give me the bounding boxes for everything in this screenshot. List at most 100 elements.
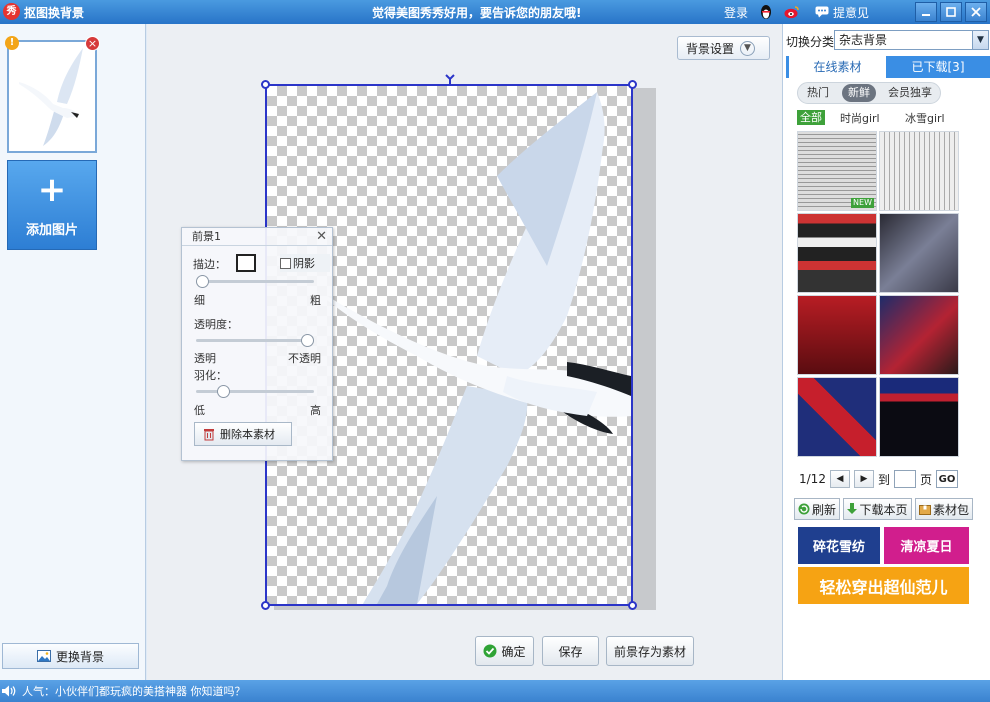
warning-icon: ! (5, 36, 19, 50)
delete-material-label: 删除本素材 (220, 428, 275, 441)
change-background-label: 更换背景 (55, 649, 104, 664)
resize-handle-bottom-left[interactable] (261, 601, 270, 610)
login-link[interactable]: 登录 (724, 4, 748, 21)
close-icon[interactable]: ✕ (316, 228, 327, 246)
material-pack-button[interactable]: 素材包 (915, 498, 973, 520)
shadow-checkbox[interactable]: 阴影 (280, 254, 330, 272)
refresh-button[interactable]: 刷新 (794, 498, 840, 520)
remove-image-icon[interactable]: × (85, 36, 100, 51)
ok-button[interactable]: 确定 (475, 636, 534, 666)
image-list-panel: ! × + 添加图片 更换背景 (0, 24, 146, 680)
title-bar: 秀 抠图换背景 觉得美图秀秀好用，要告诉您的朋友哦! 登录 提意见 (0, 0, 990, 24)
slider-thumb[interactable] (217, 385, 230, 398)
material-thumbnail[interactable] (797, 213, 877, 293)
filter-fashion-girl[interactable]: 时尚girl (840, 110, 880, 126)
new-badge: NEW (851, 198, 874, 208)
category-label: 切换分类 (786, 35, 835, 49)
save-as-material-button[interactable]: 前景存为素材 (606, 636, 694, 666)
picture-icon (36, 650, 51, 662)
material-thumbnail[interactable] (797, 295, 877, 375)
material-thumbnail[interactable]: NEW (797, 131, 877, 211)
resize-handle-top-right[interactable] (628, 80, 637, 89)
feedback-link[interactable]: 提意见 (833, 4, 869, 21)
rotate-handle-icon[interactable] (444, 73, 456, 85)
opacity-slider[interactable] (196, 334, 314, 347)
background-settings-button[interactable]: 背景设置 ▼ (677, 36, 770, 60)
feather-slider[interactable] (196, 385, 314, 398)
qq-penguin-icon[interactable] (758, 4, 774, 20)
feather-label: 羽化： (194, 369, 227, 382)
promo-banner-fairy-style[interactable]: 轻松穿出超仙范儿 (798, 567, 969, 604)
speaker-icon[interactable] (2, 685, 16, 697)
add-image-button[interactable]: + 添加图片 (7, 160, 97, 250)
stroke-width-slider[interactable] (196, 275, 314, 288)
change-background-button[interactable]: 更换背景 (2, 643, 139, 669)
next-page-button[interactable]: ▶ (853, 470, 874, 488)
stroke-color-swatch[interactable] (236, 254, 256, 272)
swan-thumbnail-image (19, 48, 83, 146)
foreground-panel-header: 前景1 ✕ (182, 228, 332, 246)
resize-handle-top-left[interactable] (261, 80, 270, 89)
weibo-icon[interactable] (784, 4, 800, 20)
save-button[interactable]: 保存 (542, 636, 599, 666)
background-settings-label: 背景设置 (686, 41, 735, 56)
opaque-label: 不透明 (288, 352, 321, 365)
maximize-button[interactable] (940, 2, 962, 22)
save-as-material-label: 前景存为素材 (613, 644, 686, 659)
title-message: 觉得美图秀秀好用，要告诉您的朋友哦! (372, 6, 582, 20)
title-controls: 登录 提意见 (724, 0, 990, 24)
subtab-hot[interactable]: 热门 (801, 84, 835, 102)
tab-downloaded[interactable]: 已下载[3] (886, 56, 990, 78)
subtab-vip-only[interactable]: 会员独享 (882, 84, 938, 102)
download-page-label: 下载本页 (859, 502, 908, 517)
promo-banner-floral-chiffon[interactable]: 碎花雪纺 (798, 527, 880, 564)
promo-banner-cool-summer[interactable]: 清凉夏日 (884, 527, 969, 564)
tab-online-materials[interactable]: 在线素材 (789, 56, 886, 78)
add-image-label: 添加图片 (25, 223, 78, 238)
high-label: 高 (310, 404, 321, 417)
delete-material-button[interactable]: 删除本素材 (194, 422, 292, 446)
material-pack-label: 素材包 (932, 502, 969, 517)
slider-thumb[interactable] (301, 334, 314, 347)
material-panel: 切换分类 杂志背景 ▼ 在线素材 已下载[3] 热门 新鲜 会员独享 全部 时尚… (782, 24, 990, 680)
checkbox-icon (280, 257, 291, 269)
filter-snow-girl[interactable]: 冰雪girl (905, 110, 945, 126)
filter-all[interactable]: 全部 (797, 110, 825, 125)
download-icon (847, 503, 858, 514)
chevron-down-icon: ▼ (972, 31, 988, 49)
app-logo-icon: 秀 (3, 3, 20, 20)
category-value: 杂志背景 (839, 33, 888, 47)
page-number-input[interactable] (893, 470, 916, 488)
low-label: 低 (194, 404, 205, 417)
save-label: 保存 (558, 644, 583, 659)
prev-page-button[interactable]: ◀ (829, 470, 850, 488)
subtab-fresh[interactable]: 新鲜 (842, 84, 876, 102)
category-select[interactable]: 杂志背景 ▼ (834, 30, 989, 50)
go-button[interactable]: GO (935, 470, 958, 488)
checkmark-icon (483, 644, 497, 658)
close-button[interactable] (965, 2, 987, 22)
feedback-icon (814, 4, 830, 20)
material-thumbnail[interactable] (797, 377, 877, 457)
ok-label: 确定 (501, 644, 526, 659)
status-message[interactable]: 人气：小伙伴们都玩疯的美搭神器 你知道吗？ (22, 683, 246, 699)
close-icon (971, 7, 981, 17)
thin-label: 细 (194, 294, 205, 307)
download-page-button[interactable]: 下载本页 (843, 498, 912, 520)
stroke-label: 描边： (193, 258, 226, 271)
foreground-panel-title: 前景1 (192, 230, 221, 243)
material-thumbnail[interactable] (879, 377, 959, 457)
material-thumbnail[interactable] (879, 295, 959, 375)
transparent-label: 透明 (194, 352, 216, 365)
material-thumbnail[interactable] (879, 131, 959, 211)
maximize-icon (946, 7, 956, 17)
material-thumbnail[interactable] (879, 213, 959, 293)
page-unit-label: 页 (919, 472, 932, 487)
image-thumbnail[interactable]: ! × (5, 36, 100, 153)
sub-tabs: 热门 新鲜 会员独享 (797, 82, 941, 104)
status-bar: 人气：小伙伴们都玩疯的美搭神器 你知道吗？ (0, 680, 990, 702)
slider-thumb[interactable] (196, 275, 209, 288)
minimize-button[interactable] (915, 2, 937, 22)
resize-handle-bottom-right[interactable] (628, 601, 637, 610)
thick-label: 粗 (310, 294, 321, 307)
